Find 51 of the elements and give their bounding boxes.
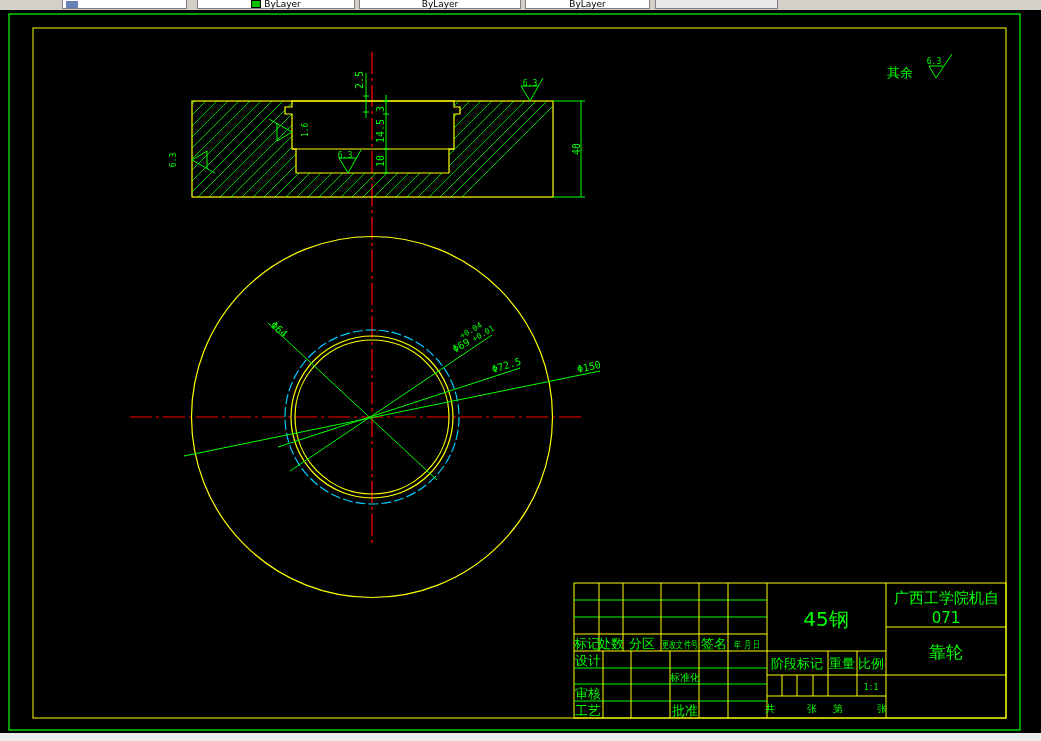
roughness-value: 6.3 bbox=[169, 152, 178, 168]
role-label: 工艺 bbox=[575, 703, 601, 718]
color-swatch-icon bbox=[251, 0, 262, 8]
material-text: 45钢 bbox=[803, 607, 849, 631]
dimension-text: 14.5 bbox=[375, 118, 386, 144]
column-label: 分区 bbox=[629, 636, 655, 651]
property-dropdown[interactable]: ByLayer bbox=[359, 0, 521, 9]
class-text: 071 bbox=[931, 609, 961, 627]
sheet-label: 张 bbox=[877, 703, 887, 714]
property-dropdown[interactable]: ByLayer bbox=[197, 0, 355, 9]
scale-label: 比例 bbox=[858, 656, 884, 671]
column-label: 更改文件号 bbox=[661, 638, 699, 651]
column-label: 标记 bbox=[573, 636, 600, 651]
dimension-text: 2.5 bbox=[354, 70, 365, 90]
column-label: 年 月 日 bbox=[734, 638, 761, 651]
column-label: 签名 bbox=[700, 636, 727, 651]
sheet-label: 共 bbox=[765, 703, 775, 714]
roughness-symbol bbox=[928, 53, 953, 79]
roughness-value: 1.6 bbox=[301, 122, 310, 138]
roughness-value: 6.3 bbox=[926, 57, 942, 66]
roughness-symbol bbox=[191, 150, 216, 174]
plot-style-dropdown[interactable] bbox=[655, 0, 778, 9]
diameter-text: Φ150 bbox=[576, 358, 602, 375]
role-label: 审核 bbox=[575, 686, 601, 701]
diameter-text: Φ69 bbox=[450, 336, 472, 355]
roughness-value: 6.3 bbox=[337, 151, 353, 160]
property-dropdown[interactable]: ByLayer bbox=[525, 0, 650, 9]
role-label: 设计 bbox=[575, 653, 601, 668]
stage-label: 阶段标记 bbox=[771, 656, 823, 671]
school-text: 广西工学院机自 bbox=[893, 589, 999, 607]
scale-value: 1:1 bbox=[863, 683, 879, 692]
layer-icon bbox=[66, 0, 78, 8]
dimension-text: 40 bbox=[571, 143, 582, 155]
part-name: 靠轮 bbox=[929, 642, 963, 662]
role-label: 标准化 bbox=[670, 672, 700, 683]
dimension-line bbox=[362, 72, 370, 119]
roughness-symbol bbox=[520, 77, 544, 102]
diameter-text: Φ64 bbox=[268, 319, 290, 340]
dimension-text: 10 bbox=[375, 155, 386, 167]
weight-label: 重量 bbox=[829, 656, 855, 671]
roughness-symbol bbox=[338, 149, 362, 174]
roughness-symbol bbox=[268, 118, 293, 142]
role-label: 批准 bbox=[672, 703, 698, 718]
roughness-value: 6.3 bbox=[522, 79, 538, 88]
layer-dropdown[interactable] bbox=[62, 0, 187, 9]
diameter-text: Φ72.5 bbox=[490, 355, 523, 375]
sheet-label: 张 bbox=[807, 703, 817, 714]
roughness-note: 其余 bbox=[887, 65, 913, 80]
dimension-text: 3 bbox=[375, 106, 386, 112]
sheet-label: 第 bbox=[833, 703, 843, 714]
column-label: 处数 bbox=[598, 636, 624, 651]
